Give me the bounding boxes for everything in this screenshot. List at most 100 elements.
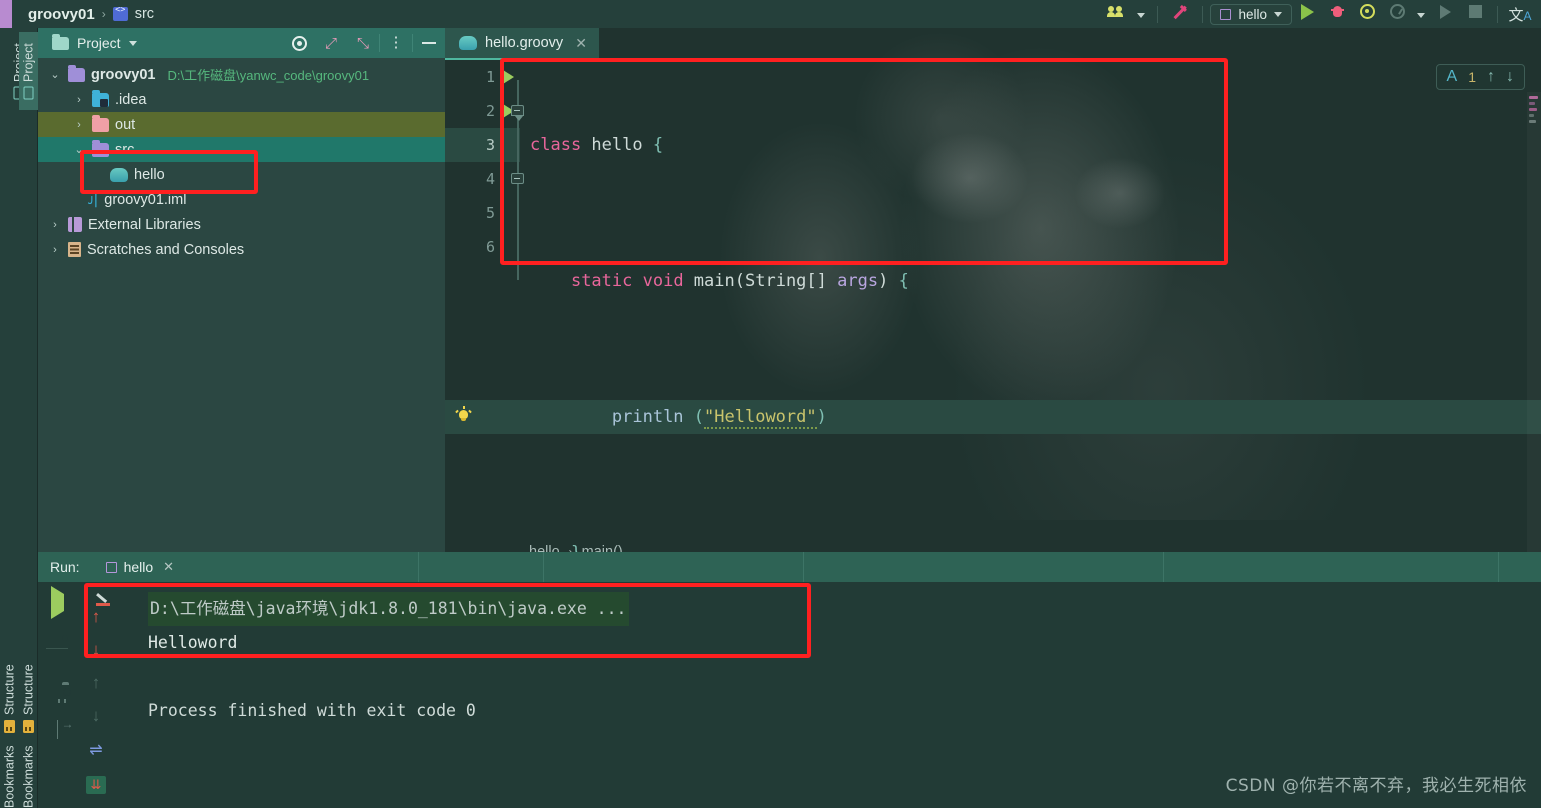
down-grey-icon[interactable]: ↓ (92, 707, 101, 724)
line-number: 4 (485, 170, 495, 188)
window-title-bar: groovy01 › src hello (0, 0, 1541, 28)
tree-label: out (115, 116, 136, 133)
intention-bulb-icon[interactable] (455, 406, 472, 424)
options-menu-button[interactable]: ⋮ (380, 35, 412, 49)
line-number: 2 (485, 102, 495, 120)
collaborate-button[interactable] (1102, 5, 1132, 23)
profiler-caret[interactable] (1412, 5, 1430, 23)
export-button[interactable] (56, 720, 58, 739)
tree-row-groovy01[interactable]: ⌄ groovy01 D:\工作磁盘\yanwc_code\groovy01 (38, 62, 445, 87)
tree-row-out[interactable]: › out (38, 112, 445, 137)
tree-row-idea[interactable]: › .idea (38, 87, 445, 112)
toolbar-divider (1157, 5, 1159, 23)
stop-icon (1468, 5, 1482, 18)
rerun-button[interactable] (50, 586, 64, 619)
editor-gutter[interactable]: 1 2 3 4 5 6 (445, 60, 520, 538)
sidebar-tab-label: Project (21, 43, 36, 83)
build-project-button[interactable] (1165, 4, 1195, 25)
toolbar-divider-3 (1497, 5, 1498, 23)
breadcrumb-project[interactable]: groovy01 (28, 6, 95, 23)
run-tab-divider (418, 552, 419, 582)
code-editor[interactable]: 1 2 3 4 5 6 class hello {static void ma… (445, 60, 1541, 665)
project-panel-actions: ⤢ ⤡ ⋮ (283, 28, 445, 58)
editor-scrollbar[interactable] (1527, 92, 1541, 570)
run-button[interactable] (1292, 3, 1322, 25)
paren: ) (878, 271, 889, 291)
chevron-right-icon[interactable]: › (48, 244, 62, 256)
run-tool-window: Run: hello ✕ ↑ ↓ ↑ ↓ (38, 552, 1541, 808)
project-panel-title-group[interactable]: Project (52, 33, 137, 51)
paren: ) (816, 407, 827, 427)
code-line-2: static void main(String[] args) { (530, 264, 1541, 298)
chevron-down-icon[interactable]: ⌄ (72, 143, 86, 156)
collapse-all-button[interactable]: ⤡ (347, 36, 379, 51)
inspection-widget[interactable]: A 1 ↑ ↓ (1435, 64, 1525, 90)
folder-icon (68, 64, 85, 82)
sidebar-tab-structure-2[interactable]: Structure (19, 653, 38, 743)
code-folding-column[interactable] (511, 60, 525, 538)
fold-marker-collapse-end[interactable] (511, 173, 524, 184)
sidebar-tab-bookmarks-1[interactable]: Bookmarks (0, 746, 19, 808)
editor-tab-hello-groovy[interactable]: hello.groovy ✕ (445, 28, 599, 60)
close-icon[interactable]: ✕ (163, 559, 174, 575)
inspection-count: 1 (1468, 69, 1476, 85)
toolbar-divider (46, 648, 68, 649)
previous-occurrence-icon[interactable]: ↑ (92, 608, 101, 625)
up-grey-icon[interactable]: ↑ (92, 674, 101, 691)
console-side-toolbar: ↑ ↓ ↑ ↓ ⇌ ⇊ (76, 582, 116, 808)
hide-panel-button[interactable] (413, 41, 445, 45)
export-icon (56, 720, 58, 739)
next-occurrence-icon[interactable]: ↓ (92, 641, 101, 658)
console-line-output: Helloword (148, 633, 238, 652)
project-tool-window: Project ⤢ ⤡ ⋮ ⌄ groovy01 D:\工作磁盘\yanwc_c… (38, 28, 445, 552)
profiler-button[interactable] (1382, 4, 1412, 24)
chevron-down-icon (128, 40, 137, 46)
groovy-file-icon (459, 36, 477, 50)
run-coverage-button[interactable] (1352, 4, 1382, 24)
sidebar-tab-structure-1[interactable]: Structure (0, 653, 19, 743)
run-tab-label: hello (123, 559, 154, 575)
chevron-right-icon[interactable]: › (48, 219, 62, 231)
monitor-icon (23, 86, 34, 100)
paren: ( (734, 271, 745, 291)
stop-button[interactable] (1460, 5, 1490, 23)
gutter-line-3: 3 (445, 128, 520, 162)
breadcrumb-node[interactable]: src (135, 6, 154, 22)
chevron-down-icon[interactable]: ⌄ (48, 68, 62, 81)
previous-problem-icon[interactable]: ↑ (1487, 68, 1495, 86)
chevron-right-icon[interactable]: › (72, 94, 86, 106)
next-problem-icon[interactable]: ↓ (1506, 68, 1514, 86)
tree-label: groovy01.iml (104, 191, 187, 208)
fold-marker-collapse-start[interactable] (511, 105, 524, 121)
code-text[interactable]: class hello { static void main(String[] … (445, 60, 1541, 665)
rerun-icon (1439, 4, 1451, 19)
sidebar-tab-label: Structure (2, 664, 17, 715)
console-line-finished: Process finished with exit code 0 (148, 701, 476, 720)
tree-row-src[interactable]: ⌄ src (38, 137, 445, 162)
folder-source-icon (92, 139, 109, 157)
tree-row-scratches[interactable]: › Scratches and Consoles (38, 237, 445, 262)
select-opened-file-button[interactable] (283, 35, 315, 51)
tree-row-iml[interactable]: ᴊ| groovy01.iml (38, 187, 445, 212)
chevron-right-icon[interactable]: › (72, 119, 86, 131)
rerun-button[interactable] (1430, 4, 1460, 24)
debug-button[interactable] (1322, 4, 1352, 24)
sidebar-tab-project-2[interactable]: Project (19, 32, 38, 110)
run-configuration-selector[interactable]: hello (1210, 3, 1292, 25)
toolbar-divider-2 (1202, 5, 1204, 23)
sidebar-tab-bookmarks-2[interactable]: Bookmarks (19, 746, 38, 808)
soft-wrap-icon[interactable]: ⇌ (89, 740, 102, 760)
translate-button[interactable]: 文A (1505, 4, 1535, 25)
expand-all-button[interactable]: ⤢ (315, 36, 347, 51)
tree-row-hello[interactable]: hello (38, 162, 445, 187)
scroll-to-end-icon[interactable]: ⇊ (86, 776, 106, 794)
run-tab-hello[interactable]: hello ✕ (105, 559, 174, 575)
collaborate-caret[interactable] (1132, 5, 1150, 23)
run-panel-label: Run: (50, 559, 80, 575)
tree-label: Scratches and Consoles (87, 241, 245, 258)
close-icon[interactable]: ✕ (575, 35, 587, 52)
groovy-file-icon (110, 167, 128, 182)
gutter-line-1: 1 (445, 60, 520, 94)
tree-row-external-libraries[interactable]: › External Libraries (38, 212, 445, 237)
run-config-icon (1220, 8, 1232, 20)
